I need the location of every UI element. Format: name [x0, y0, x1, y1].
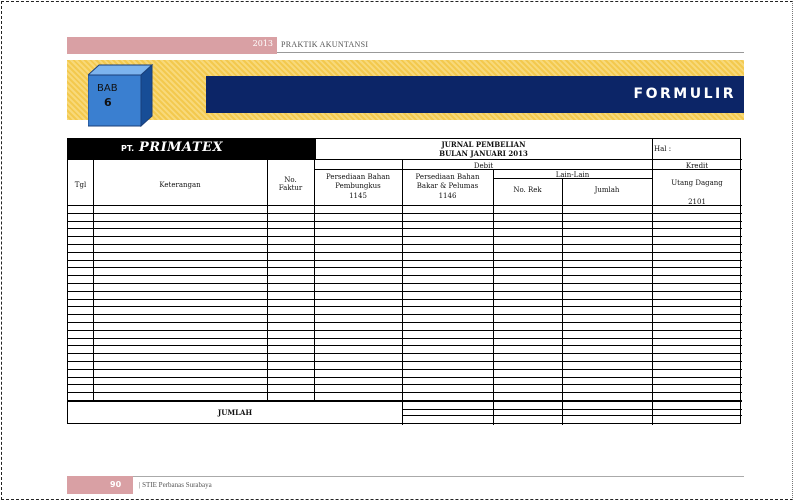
grid-rule — [68, 267, 742, 268]
grid-rule — [68, 377, 742, 378]
grid-rule — [267, 159, 268, 401]
col-bakar-2: Bakar & Pelumas — [416, 182, 479, 190]
journal-period: BULAN JANUARI 2013 — [439, 149, 528, 158]
journal-title: JURNAL PEMBELIAN — [441, 140, 526, 149]
page-footer: 90 | STIE Perbanas Surabaya — [67, 476, 744, 494]
grid-rule — [68, 260, 742, 261]
grid-rule — [562, 178, 563, 401]
grid-rule — [402, 401, 403, 425]
page-header: 2013 PRAKTIK AKUNTANSI — [67, 37, 744, 54]
banner-title: FORMULIR — [633, 86, 736, 102]
grid-rule — [493, 169, 494, 401]
col-jumlah: Jumlah — [594, 186, 620, 194]
grid-rule — [493, 401, 494, 425]
grid-rule — [68, 228, 742, 229]
col-pembungkus-3: 1145 — [349, 192, 367, 200]
col-bakar-3: 1146 — [438, 192, 457, 200]
grid-rule — [562, 401, 563, 425]
grid-rule — [652, 401, 653, 425]
col-bakar-1: Persediaan Bahan — [415, 173, 480, 181]
header-title: PRAKTIK AKUNTANSI — [281, 40, 369, 49]
col-utang-dagang-1: Utang Dagang — [671, 179, 723, 187]
total-label: JUMLAH — [217, 408, 253, 417]
grid-rule — [68, 205, 742, 206]
grid-rule — [68, 275, 742, 276]
grid-rule — [68, 221, 742, 222]
grid-rule — [652, 159, 653, 401]
chapter-cube-icon: BAB 6 — [88, 64, 154, 128]
rule — [68, 159, 742, 160]
col-no-faktur-1: No. — [284, 176, 297, 184]
footer-accent — [67, 476, 133, 494]
cube-icon-shape — [88, 64, 154, 128]
grid-rule — [68, 384, 742, 385]
grid-rule — [68, 322, 742, 323]
grid-rule — [402, 159, 403, 401]
chapter-number: 6 — [104, 96, 112, 109]
col-no-faktur-2: Faktur — [278, 184, 303, 192]
col-tgl: Tgl — [74, 181, 87, 189]
grid-rule — [68, 213, 742, 214]
grid-rule — [68, 401, 742, 402]
header-rule — [277, 52, 744, 53]
grid-rule — [68, 306, 742, 307]
footer-rule — [133, 476, 744, 477]
header-year: 2013 — [252, 39, 273, 48]
grid-rule — [68, 314, 742, 315]
grid-rule — [68, 338, 742, 339]
grid-rule — [68, 369, 742, 370]
grid-rule — [68, 236, 742, 237]
page-ref-label: Hal : — [654, 145, 672, 153]
grid-rule — [402, 409, 742, 410]
grid-rule — [68, 299, 742, 300]
banner-bar: FORMULIR — [206, 76, 744, 113]
col-no-rek: No. Rek — [513, 186, 542, 194]
grid-rule — [68, 345, 742, 346]
rule — [652, 169, 742, 170]
col-keterangan: Keterangan — [159, 181, 201, 189]
grid-rule — [68, 361, 742, 362]
grid-rule — [93, 159, 94, 401]
company-name: PRIMATEX — [139, 140, 224, 155]
chapter-label: BAB — [97, 83, 118, 94]
grid-rule — [68, 283, 742, 284]
grid-rule — [402, 415, 742, 416]
rule — [315, 139, 316, 159]
company-prefix: PT. — [121, 144, 135, 153]
grid-rule — [314, 159, 315, 401]
footer-page-number: 90 — [110, 480, 122, 489]
footer-text: | STIE Perbanas Surabaya — [139, 481, 212, 489]
rule — [493, 178, 652, 179]
grid-rule — [68, 353, 742, 354]
grid-rule — [68, 330, 742, 331]
company-header: PT. PRIMATEX — [68, 139, 315, 159]
journal-form: PT. PRIMATEX JURNAL PEMBELIAN BULAN JANU… — [67, 138, 742, 425]
col-pembungkus-1: Persediaan Bahan — [326, 173, 390, 181]
col-pembungkus-2: Pembungkus — [335, 182, 381, 190]
grid-rule — [68, 252, 742, 253]
grid-rule — [68, 291, 742, 292]
grid-rule — [68, 244, 742, 245]
grid-rule — [68, 392, 742, 393]
